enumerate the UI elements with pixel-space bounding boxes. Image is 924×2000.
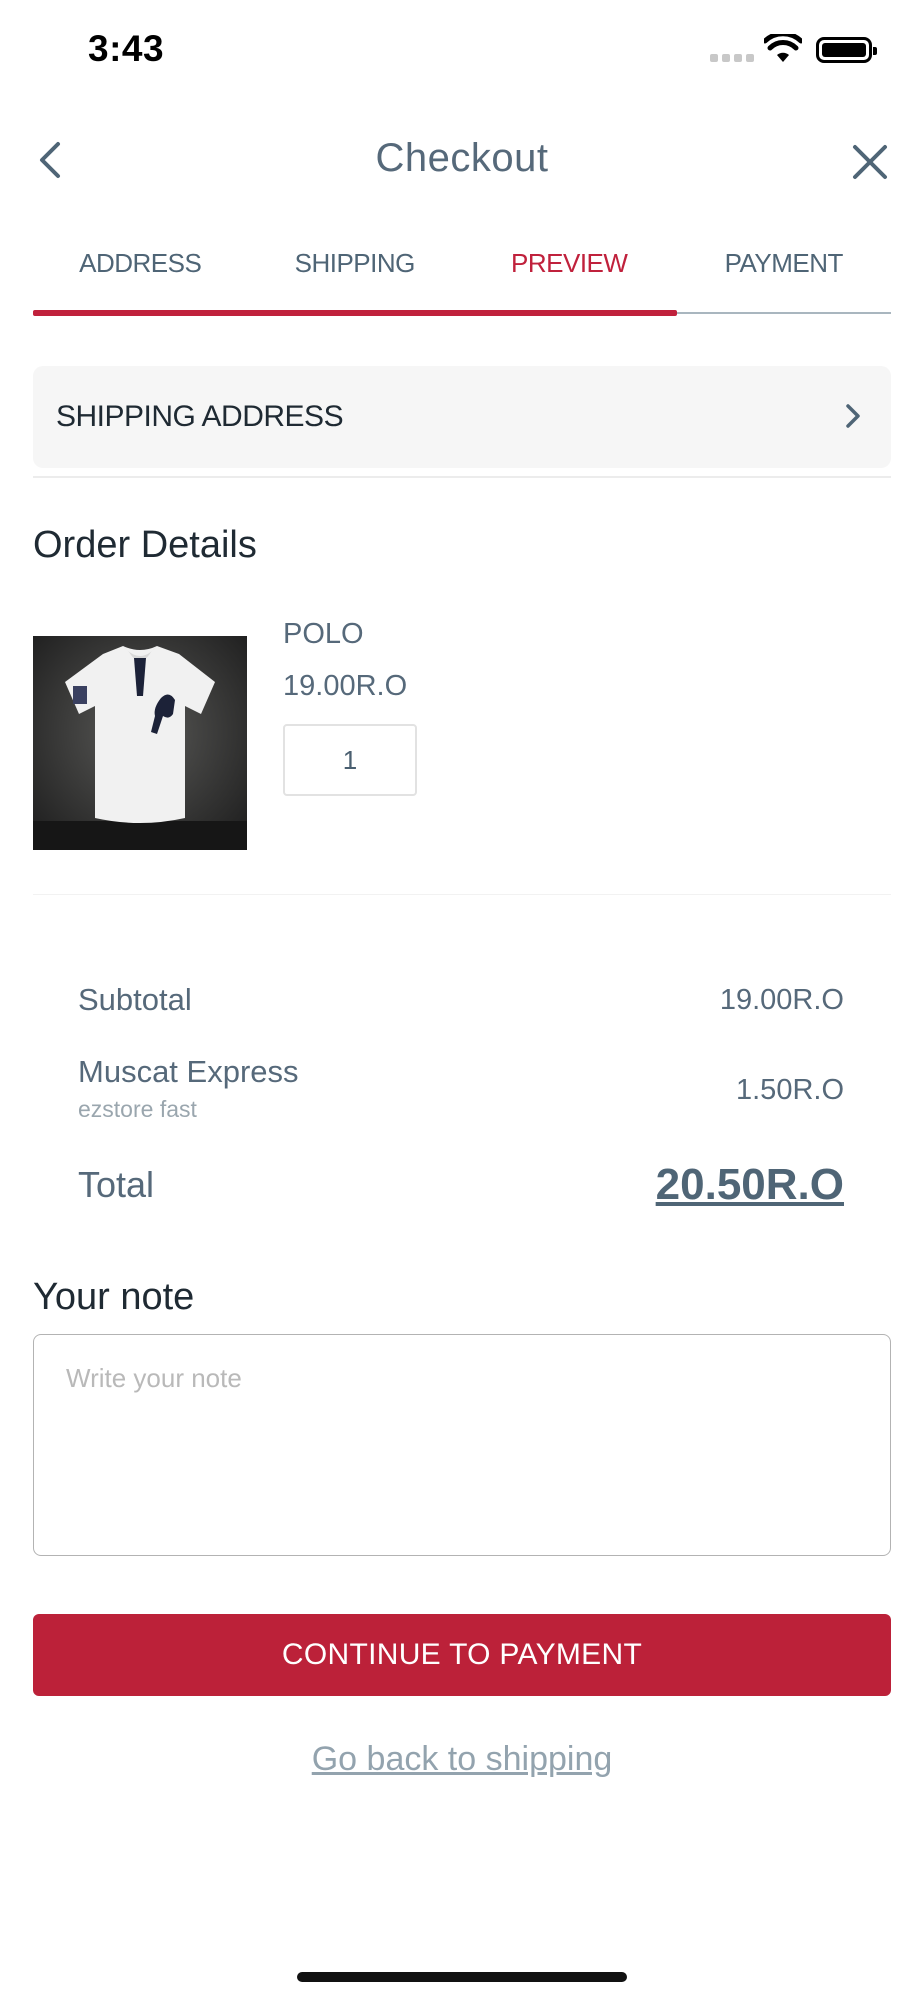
- shipping-method-label: Muscat Express: [78, 1054, 299, 1089]
- tab-payment[interactable]: PAYMENT: [677, 248, 892, 308]
- quantity-field[interactable]: 1: [283, 724, 417, 796]
- order-details-title: Order Details: [33, 524, 257, 566]
- subtotal-label: Subtotal: [78, 982, 192, 1017]
- close-button[interactable]: [846, 138, 894, 186]
- shipping-value: 1.50R.O: [736, 1074, 844, 1106]
- battery-icon: [816, 37, 877, 63]
- page-title: Checkout: [375, 136, 549, 180]
- divider: [33, 894, 891, 895]
- total-value: 20.50R.O: [655, 1160, 844, 1209]
- product-price: 19.00R.O: [283, 670, 408, 702]
- subtotal-value: 19.00R.O: [719, 984, 844, 1016]
- total-label: Total: [78, 1164, 155, 1205]
- shipping-address-row[interactable]: SHIPPING ADDRESS: [33, 366, 891, 468]
- go-back-to-shipping-link[interactable]: Go back to shipping: [0, 1740, 924, 1779]
- checkout-progress-bar: [33, 310, 677, 316]
- shipping-method-sub: ezstore fast: [78, 1096, 197, 1122]
- product-image: [33, 636, 247, 850]
- close-icon: [853, 145, 887, 179]
- note-input[interactable]: [34, 1335, 890, 1555]
- tab-shipping[interactable]: SHIPPING: [248, 248, 463, 308]
- tab-preview[interactable]: PREVIEW: [462, 248, 677, 308]
- tab-address[interactable]: ADDRESS: [33, 248, 248, 308]
- status-time: 3:43: [88, 28, 165, 69]
- note-title: Your note: [33, 1276, 195, 1318]
- cellular-signal-icon: [710, 54, 754, 62]
- note-container: [33, 1334, 891, 1556]
- chevron-right-icon: [845, 403, 861, 434]
- checkout-steps: ADDRESS SHIPPING PREVIEW PAYMENT: [33, 248, 891, 308]
- divider: [33, 476, 891, 478]
- wifi-icon: [762, 31, 804, 69]
- product-name: POLO: [283, 618, 364, 650]
- home-indicator: [297, 1972, 627, 1982]
- continue-to-payment-button[interactable]: CONTINUE TO PAYMENT: [33, 1614, 891, 1696]
- shipping-address-label: SHIPPING ADDRESS: [56, 400, 344, 433]
